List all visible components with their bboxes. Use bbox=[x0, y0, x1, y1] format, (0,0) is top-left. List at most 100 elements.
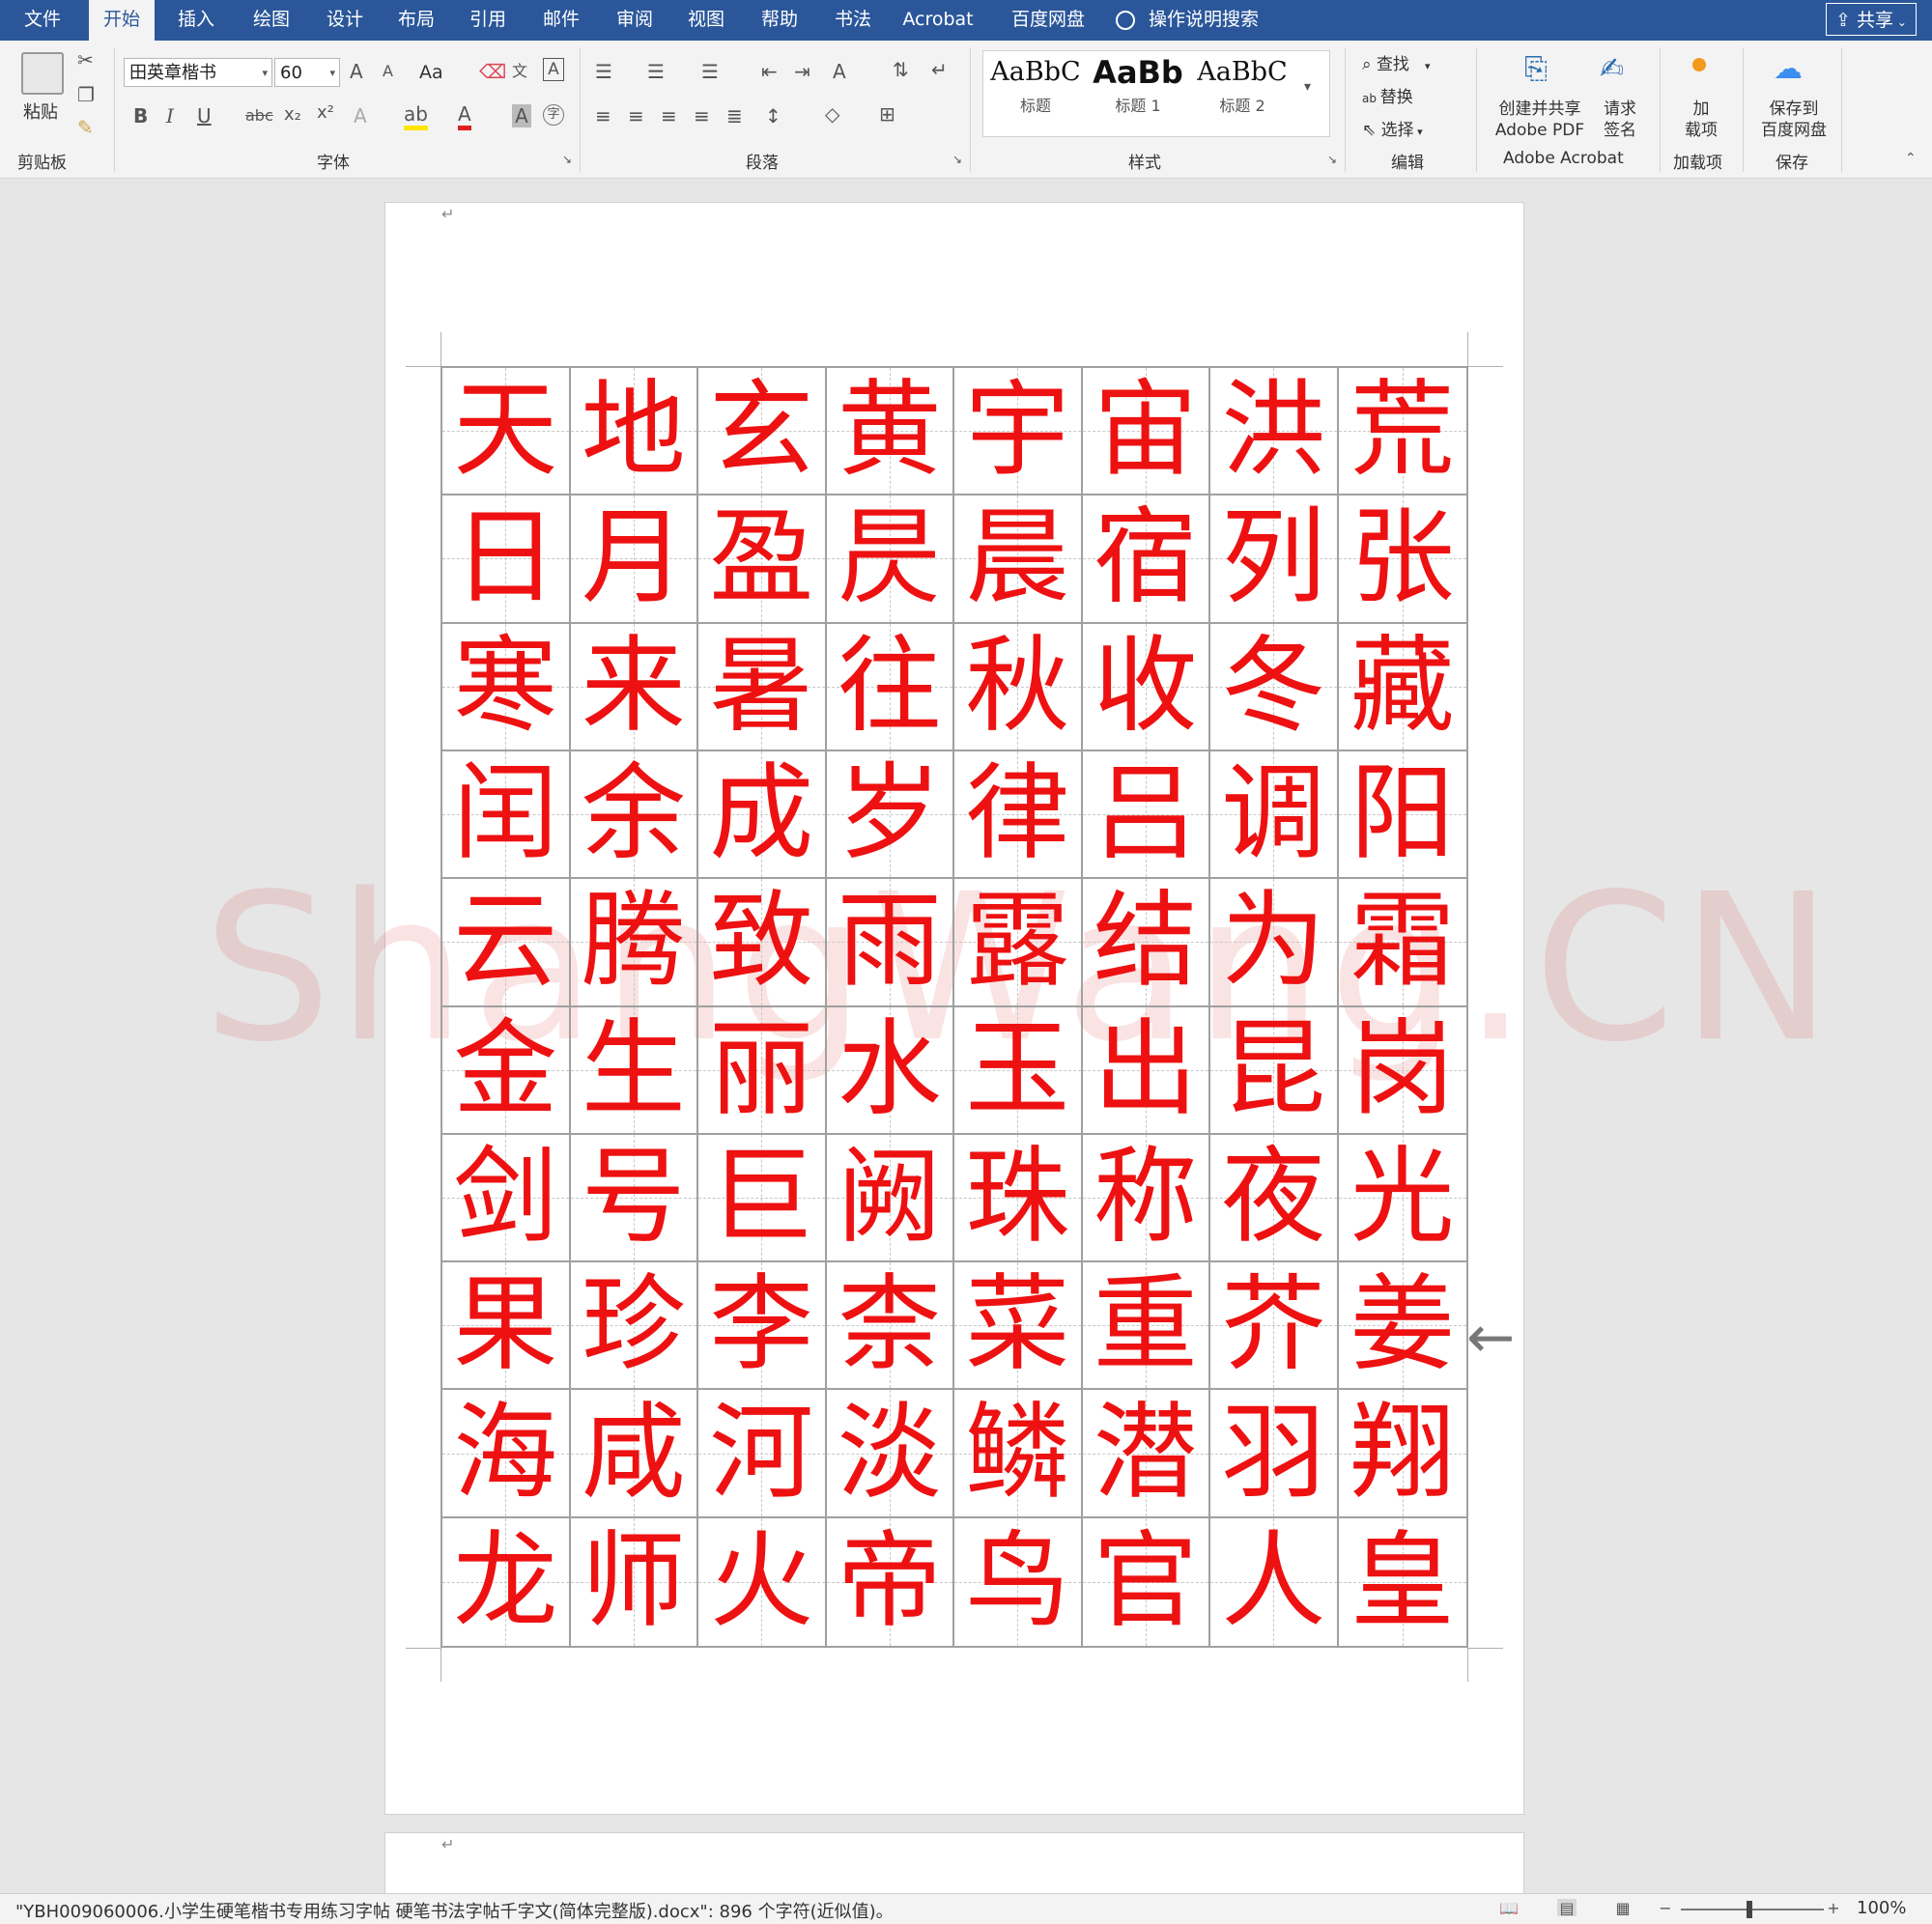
tab-11[interactable]: 书法 bbox=[823, 0, 883, 41]
enclose-character-icon[interactable]: 字 bbox=[543, 104, 564, 126]
borders-icon[interactable]: ⊞ bbox=[879, 102, 895, 126]
grid-cell[interactable]: 宿 bbox=[1082, 495, 1210, 624]
zoom-level[interactable]: 100% bbox=[1857, 1898, 1906, 1918]
tab-7[interactable]: 邮件 bbox=[531, 0, 591, 41]
clear-formatting-icon[interactable]: ⌫ bbox=[479, 60, 506, 83]
text-effects-icon[interactable]: A bbox=[354, 104, 367, 127]
character-grid-table[interactable]: 天地玄黄宇宙洪荒日月盈昃晨宿列张寒来暑往秋收冬藏闰余成岁律吕调阳云腾致雨露结为霜… bbox=[440, 366, 1468, 1648]
zoom-slider[interactable] bbox=[1681, 1909, 1824, 1910]
tab-9[interactable]: 视图 bbox=[676, 0, 736, 41]
grid-cell[interactable]: 吕 bbox=[1082, 750, 1210, 880]
collapse-ribbon-icon[interactable]: ⌃ bbox=[1905, 151, 1917, 166]
grid-cell[interactable]: 玉 bbox=[954, 1006, 1083, 1135]
grid-cell[interactable]: 寒 bbox=[442, 623, 571, 751]
grid-cell[interactable]: 出 bbox=[1082, 1006, 1210, 1135]
underline-icon[interactable]: U bbox=[197, 104, 212, 127]
grid-cell[interactable]: 月 bbox=[570, 495, 698, 624]
web-layout-icon[interactable]: ▦ bbox=[1613, 1899, 1633, 1917]
subscript-icon[interactable]: x₂ bbox=[284, 104, 301, 125]
grid-cell[interactable]: 巨 bbox=[698, 1134, 827, 1263]
cut-icon[interactable]: ✂ bbox=[77, 48, 94, 71]
grid-cell[interactable]: 秋 bbox=[954, 623, 1083, 751]
character-border-icon[interactable]: A bbox=[543, 58, 564, 81]
bold-icon[interactable]: B bbox=[133, 104, 148, 127]
decrease-indent-icon[interactable]: ⇤ bbox=[761, 60, 778, 83]
grid-cell[interactable]: 云 bbox=[442, 879, 571, 1007]
sort-icon[interactable]: ⇅ bbox=[893, 58, 909, 81]
grid-cell[interactable]: 藏 bbox=[1338, 623, 1466, 751]
line-spacing-icon[interactable]: ↕ bbox=[765, 104, 781, 127]
grow-font-icon[interactable]: A bbox=[350, 60, 363, 83]
grid-cell[interactable]: 洪 bbox=[1210, 368, 1339, 496]
grid-cell[interactable]: 昆 bbox=[1210, 1006, 1339, 1135]
select-button[interactable]: ⇖ 选择 ▾ bbox=[1362, 116, 1423, 140]
tab-5[interactable]: 布局 bbox=[386, 0, 446, 41]
justify-icon[interactable]: ≡ bbox=[694, 104, 710, 127]
grid-cell[interactable]: 律 bbox=[954, 750, 1083, 880]
grid-cell[interactable]: 张 bbox=[1338, 495, 1466, 624]
grid-cell[interactable]: 天 bbox=[442, 368, 571, 496]
numbering-icon[interactable]: ☰ bbox=[647, 60, 665, 83]
text-direction-icon[interactable]: A bbox=[833, 60, 846, 83]
shrink-font-icon[interactable]: A bbox=[383, 62, 393, 80]
grid-cell[interactable]: 果 bbox=[442, 1262, 571, 1391]
grid-cell[interactable]: 皇 bbox=[1338, 1517, 1467, 1646]
grid-cell[interactable]: 柰 bbox=[826, 1262, 954, 1391]
request-signature-button[interactable]: 请求 签名 bbox=[1600, 99, 1640, 141]
grid-cell[interactable]: 芥 bbox=[1210, 1262, 1339, 1391]
grid-cell[interactable]: 称 bbox=[1082, 1134, 1210, 1263]
tab-2[interactable]: 插入 bbox=[166, 0, 226, 41]
grid-cell[interactable]: 李 bbox=[698, 1262, 827, 1391]
format-painter-icon[interactable]: ✎ bbox=[77, 116, 94, 139]
grid-cell[interactable]: 号 bbox=[570, 1134, 698, 1263]
style-heading-1[interactable]: AaBb 标题 1 bbox=[1090, 52, 1186, 129]
grid-cell[interactable]: 调 bbox=[1210, 750, 1339, 880]
styles-more-icon[interactable]: ▾ bbox=[1304, 79, 1311, 95]
grid-cell[interactable]: 腾 bbox=[570, 879, 698, 1007]
grid-cell[interactable]: 珠 bbox=[954, 1134, 1083, 1263]
grid-cell[interactable]: 姜 bbox=[1338, 1262, 1466, 1391]
grid-cell[interactable]: 收 bbox=[1082, 623, 1210, 751]
grid-cell[interactable]: 鳞 bbox=[954, 1390, 1083, 1518]
grid-cell[interactable]: 余 bbox=[570, 750, 698, 880]
grid-cell[interactable]: 重 bbox=[1082, 1262, 1210, 1391]
zoom-out-icon[interactable]: − bbox=[1656, 1899, 1675, 1917]
grid-cell[interactable]: 火 bbox=[698, 1517, 827, 1646]
character-shading-icon[interactable]: A bbox=[512, 104, 531, 127]
zoom-in-icon[interactable]: + bbox=[1824, 1899, 1843, 1917]
style-heading-2[interactable]: AaBbC 标题 2 bbox=[1194, 52, 1291, 129]
grid-cell[interactable]: 为 bbox=[1210, 879, 1339, 1007]
grid-cell[interactable]: 结 bbox=[1082, 879, 1210, 1007]
zoom-slider-thumb[interactable] bbox=[1747, 1901, 1752, 1918]
distributed-icon[interactable]: ≣ bbox=[726, 104, 743, 127]
grid-cell[interactable]: 荒 bbox=[1338, 368, 1466, 496]
tab-8[interactable]: 审阅 bbox=[605, 0, 665, 41]
grid-cell[interactable]: 雨 bbox=[826, 879, 954, 1007]
font-name-box[interactable]: 田英章楷书 ▾ bbox=[124, 58, 272, 87]
document-page[interactable]: ↵ bbox=[384, 1832, 1524, 1902]
dialog-launcher-icon[interactable]: ↘ bbox=[562, 153, 572, 166]
grid-cell[interactable]: 闰 bbox=[442, 750, 571, 880]
tab-4[interactable]: 设计 bbox=[315, 0, 375, 41]
find-button[interactable]: ⌕ 查找 ▾ bbox=[1362, 50, 1430, 74]
phonetic-guide-icon[interactable]: 文 bbox=[512, 58, 527, 81]
superscript-icon[interactable]: x² bbox=[317, 102, 334, 123]
grid-cell[interactable]: 日 bbox=[442, 495, 571, 624]
addins-button[interactable]: 加载项 bbox=[1681, 99, 1721, 141]
copy-icon[interactable]: ❐ bbox=[77, 83, 95, 106]
grid-cell[interactable]: 河 bbox=[698, 1390, 827, 1518]
style-title[interactable]: AaBbC 标题 bbox=[987, 52, 1084, 129]
dialog-launcher-icon[interactable]: ↘ bbox=[1327, 153, 1337, 166]
align-left-icon[interactable]: ≡ bbox=[595, 104, 611, 127]
font-size-box[interactable]: 60 ▾ bbox=[274, 58, 340, 87]
grid-cell[interactable]: 阳 bbox=[1338, 750, 1466, 880]
tab-13[interactable]: 百度网盘 bbox=[997, 0, 1099, 41]
grid-cell[interactable]: 淡 bbox=[826, 1390, 954, 1518]
grid-cell[interactable]: 成 bbox=[698, 750, 827, 880]
grid-cell[interactable]: 昃 bbox=[826, 495, 954, 624]
grid-cell[interactable]: 冬 bbox=[1210, 623, 1339, 751]
grid-cell[interactable]: 岁 bbox=[826, 750, 954, 880]
grid-cell[interactable]: 暑 bbox=[698, 623, 827, 751]
tab-10[interactable]: 帮助 bbox=[750, 0, 810, 41]
grid-cell[interactable]: 菜 bbox=[954, 1262, 1083, 1391]
